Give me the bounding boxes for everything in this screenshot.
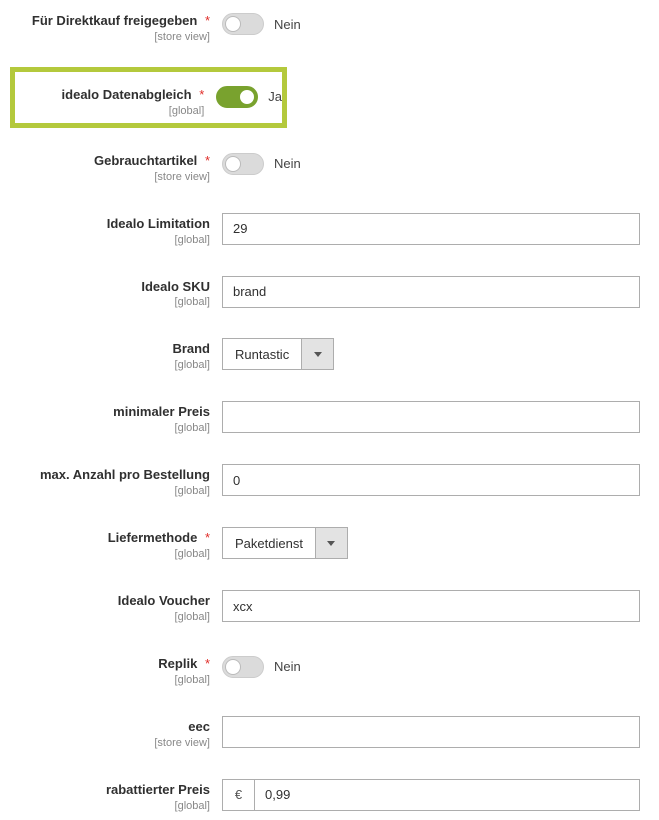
voucher-input[interactable] [222, 590, 640, 622]
liefer-select-button[interactable] [316, 527, 348, 559]
rabatt-label: rabattierter Preis [106, 782, 210, 797]
required-asterisk: * [205, 153, 210, 168]
limitation-input[interactable] [222, 213, 640, 245]
eec-label: eec [188, 719, 210, 734]
direktkauf-toggle[interactable] [222, 13, 264, 35]
direktkauf-label: Für Direktkauf freigegeben [32, 13, 197, 28]
minpreis-scope: [global] [12, 422, 210, 434]
voucher-scope: [global] [12, 611, 210, 623]
caret-down-icon [314, 352, 322, 357]
datenabgleich-label: idealo Datenabgleich [62, 87, 192, 102]
required-asterisk: * [205, 656, 210, 671]
sku-label: Idealo SKU [141, 279, 210, 294]
gebraucht-scope: [store view] [12, 171, 210, 183]
replik-label: Replik [158, 656, 197, 671]
brand-select[interactable]: Runtastic [222, 338, 334, 370]
liefer-scope: [global] [12, 548, 210, 560]
caret-down-icon [327, 541, 335, 546]
sku-input[interactable] [222, 276, 640, 308]
gebraucht-toggle[interactable] [222, 153, 264, 175]
currency-symbol: € [222, 779, 254, 811]
datenabgleich-scope: [global] [15, 105, 204, 117]
liefer-label: Liefermethode [108, 530, 198, 545]
liefer-select-value: Paketdienst [222, 527, 316, 559]
brand-scope: [global] [12, 359, 210, 371]
direktkauf-scope: [store view] [12, 31, 210, 43]
datenabgleich-toggle[interactable] [216, 86, 258, 108]
replik-scope: [global] [12, 674, 210, 686]
brand-select-value: Runtastic [222, 338, 302, 370]
voucher-label: Idealo Voucher [118, 593, 210, 608]
limitation-label: Idealo Limitation [107, 216, 210, 231]
maxanzahl-label: max. Anzahl pro Bestellung [40, 467, 210, 482]
replik-toggle-state: Nein [274, 659, 301, 674]
gebraucht-toggle-state: Nein [274, 156, 301, 171]
datenabgleich-toggle-state: Ja [268, 89, 282, 104]
limitation-scope: [global] [12, 234, 210, 246]
rabatt-scope: [global] [12, 800, 210, 812]
rabatt-input[interactable] [254, 779, 640, 811]
required-asterisk: * [199, 87, 204, 102]
required-asterisk: * [205, 13, 210, 28]
minpreis-input[interactable] [222, 401, 640, 433]
brand-label: Brand [172, 341, 210, 356]
liefer-select[interactable]: Paketdienst [222, 527, 348, 559]
gebraucht-label: Gebrauchtartikel [94, 153, 197, 168]
maxanzahl-input[interactable] [222, 464, 640, 496]
maxanzahl-scope: [global] [12, 485, 210, 497]
sku-scope: [global] [12, 296, 210, 308]
eec-scope: [store view] [12, 737, 210, 749]
required-asterisk: * [205, 530, 210, 545]
replik-toggle[interactable] [222, 656, 264, 678]
brand-select-button[interactable] [302, 338, 334, 370]
eec-input[interactable] [222, 716, 640, 748]
highlight-box: idealo Datenabgleich * [global] Ja [10, 67, 287, 128]
direktkauf-toggle-state: Nein [274, 17, 301, 32]
minpreis-label: minimaler Preis [113, 404, 210, 419]
